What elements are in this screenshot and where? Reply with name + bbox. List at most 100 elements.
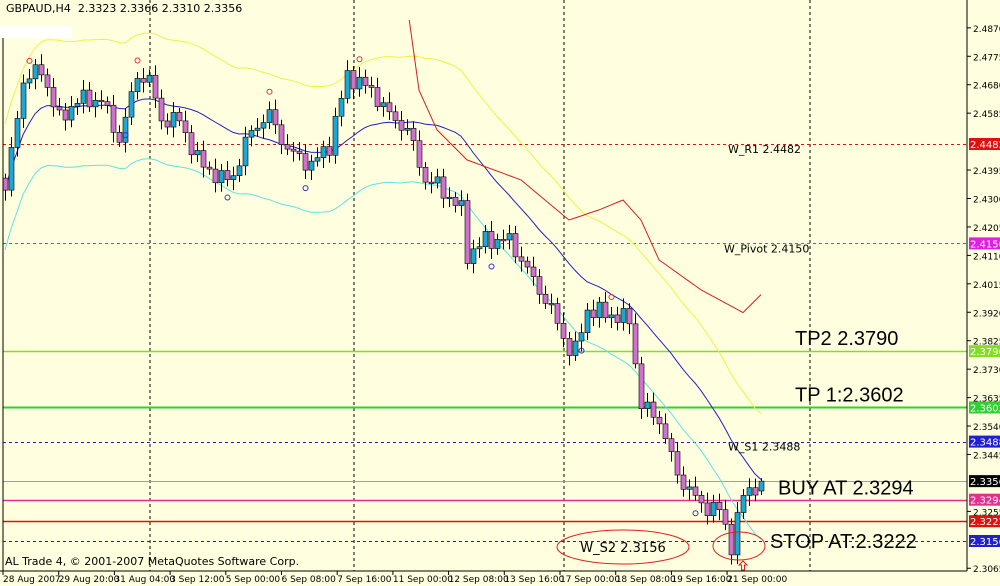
bull-candle (494, 239, 501, 249)
bull-candle (344, 70, 351, 99)
bear-candle (182, 120, 189, 133)
bull-candle (122, 116, 129, 143)
bear-candle (704, 502, 711, 516)
price-badge-label: 2.3602 (970, 403, 1000, 414)
bull-candle (74, 103, 81, 107)
y-tick-label: 2.3065 (973, 565, 1000, 575)
bull-candle (128, 91, 135, 118)
bear-candle (110, 104, 117, 133)
symbol-label: GBPAUD,H4 (6, 2, 71, 15)
bull-candle (620, 308, 627, 323)
bear-candle (698, 495, 705, 504)
bear-candle (674, 451, 681, 476)
y-tick-label: 2.4585 (973, 110, 1000, 120)
bull-candle (686, 486, 693, 490)
bull-candle (260, 122, 267, 129)
bear-candle (632, 323, 639, 365)
bear-candle (350, 70, 357, 90)
bear-candle (692, 486, 699, 496)
bear-candle (560, 322, 567, 339)
bear-candle (554, 303, 561, 324)
bear-candle (44, 74, 51, 88)
envelope-red-line (408, 20, 762, 314)
upper-band-line (4, 32, 762, 415)
y-tick-label: 2.3730 (973, 366, 1000, 376)
price-chart[interactable]: W_R1 2.4482 W_Pivot 2.4150 TP2 2.3790 TP 1:… (0, 0, 1000, 586)
bear-candle (188, 132, 195, 156)
price-badge-label: 2.3294 (970, 496, 1000, 507)
bear-candle (752, 487, 759, 496)
price-badge-label: 2.3222 (970, 517, 1000, 528)
bull-candle (356, 76, 363, 90)
price-badge-label: 2.3156 (970, 537, 1000, 548)
bear-candle (614, 314, 621, 323)
y-tick-label: 2.3920 (973, 309, 1000, 319)
bear-candle (152, 74, 159, 99)
bear-candle (650, 401, 657, 418)
bear-candle (512, 233, 519, 258)
bull-candle (332, 115, 339, 156)
bear-candle (662, 423, 669, 440)
bull-candle (266, 109, 273, 123)
bear-candle (164, 120, 171, 128)
bear-candle (62, 109, 69, 121)
level-label-w_pivot: W_Pivot 2.4150 (724, 242, 809, 255)
bear-candle (200, 150, 207, 168)
y-tick-label: 2.4300 (973, 195, 1000, 205)
x-tick-label: 7 Sep 16:00 (337, 575, 392, 585)
bear-candle (542, 293, 549, 304)
bull-candle (254, 127, 261, 131)
bear-candle (680, 474, 687, 490)
bear-candle (518, 256, 525, 262)
bull-candle (758, 480, 765, 492)
fractal-down-marker (302, 185, 309, 192)
up-arrow-icon (737, 560, 749, 571)
bull-candle (458, 200, 465, 206)
bull-candle (320, 146, 327, 158)
bear-candle (488, 231, 495, 249)
bear-candle (656, 416, 663, 425)
x-tick-label: 13 Sep 16:00 (504, 575, 564, 585)
x-tick-label: 5 Sep 00:00 (226, 575, 281, 585)
bear-candle (206, 166, 213, 170)
bull-candle (596, 301, 603, 318)
bear-candle (386, 102, 393, 113)
bull-candle (248, 130, 255, 138)
y-tick-label: 2.4015 (973, 281, 1000, 291)
bull-candle (434, 176, 441, 184)
fractal-down-marker (224, 194, 231, 201)
bull-candle (740, 495, 747, 513)
bull-candle (32, 64, 39, 80)
bear-candle (326, 146, 333, 156)
bear-candle (416, 140, 423, 168)
bear-candle (374, 87, 381, 107)
fractal-up-marker (356, 56, 363, 63)
lower-band-line (4, 158, 762, 540)
bear-candle (392, 111, 399, 121)
fractal-up-marker (608, 293, 615, 300)
bear-candle (158, 97, 165, 122)
bull-candle (470, 248, 477, 264)
x-tick-label: 19 Sep 16:00 (671, 575, 731, 585)
bear-candle (452, 196, 459, 206)
bull-candle (14, 118, 21, 148)
bull-candle (644, 401, 651, 409)
bear-candle (2, 177, 9, 191)
y-tick-label: 2.4680 (973, 82, 1000, 92)
bear-candle (602, 301, 609, 319)
chart-window: W_R1 2.4482 W_Pivot 2.4150 TP2 2.3790 TP 1:… (0, 0, 1000, 586)
bull-candle (242, 136, 249, 167)
bear-candle (98, 99, 105, 103)
bull-candle (404, 127, 411, 131)
bull-candle (236, 165, 243, 177)
level-label-w_r1: W_R1 2.4482 (728, 143, 801, 156)
bull-candle (482, 231, 489, 248)
bear-candle (716, 501, 723, 510)
x-tick-label: 12 Sep 08:00 (449, 575, 509, 585)
bear-candle (50, 87, 57, 108)
bear-candle (548, 303, 555, 306)
bear-candle (500, 239, 507, 242)
y-tick-label: 2.4395 (973, 167, 1000, 177)
bear-candle (410, 127, 417, 142)
price-badge-label: 2.3488 (970, 438, 1000, 449)
